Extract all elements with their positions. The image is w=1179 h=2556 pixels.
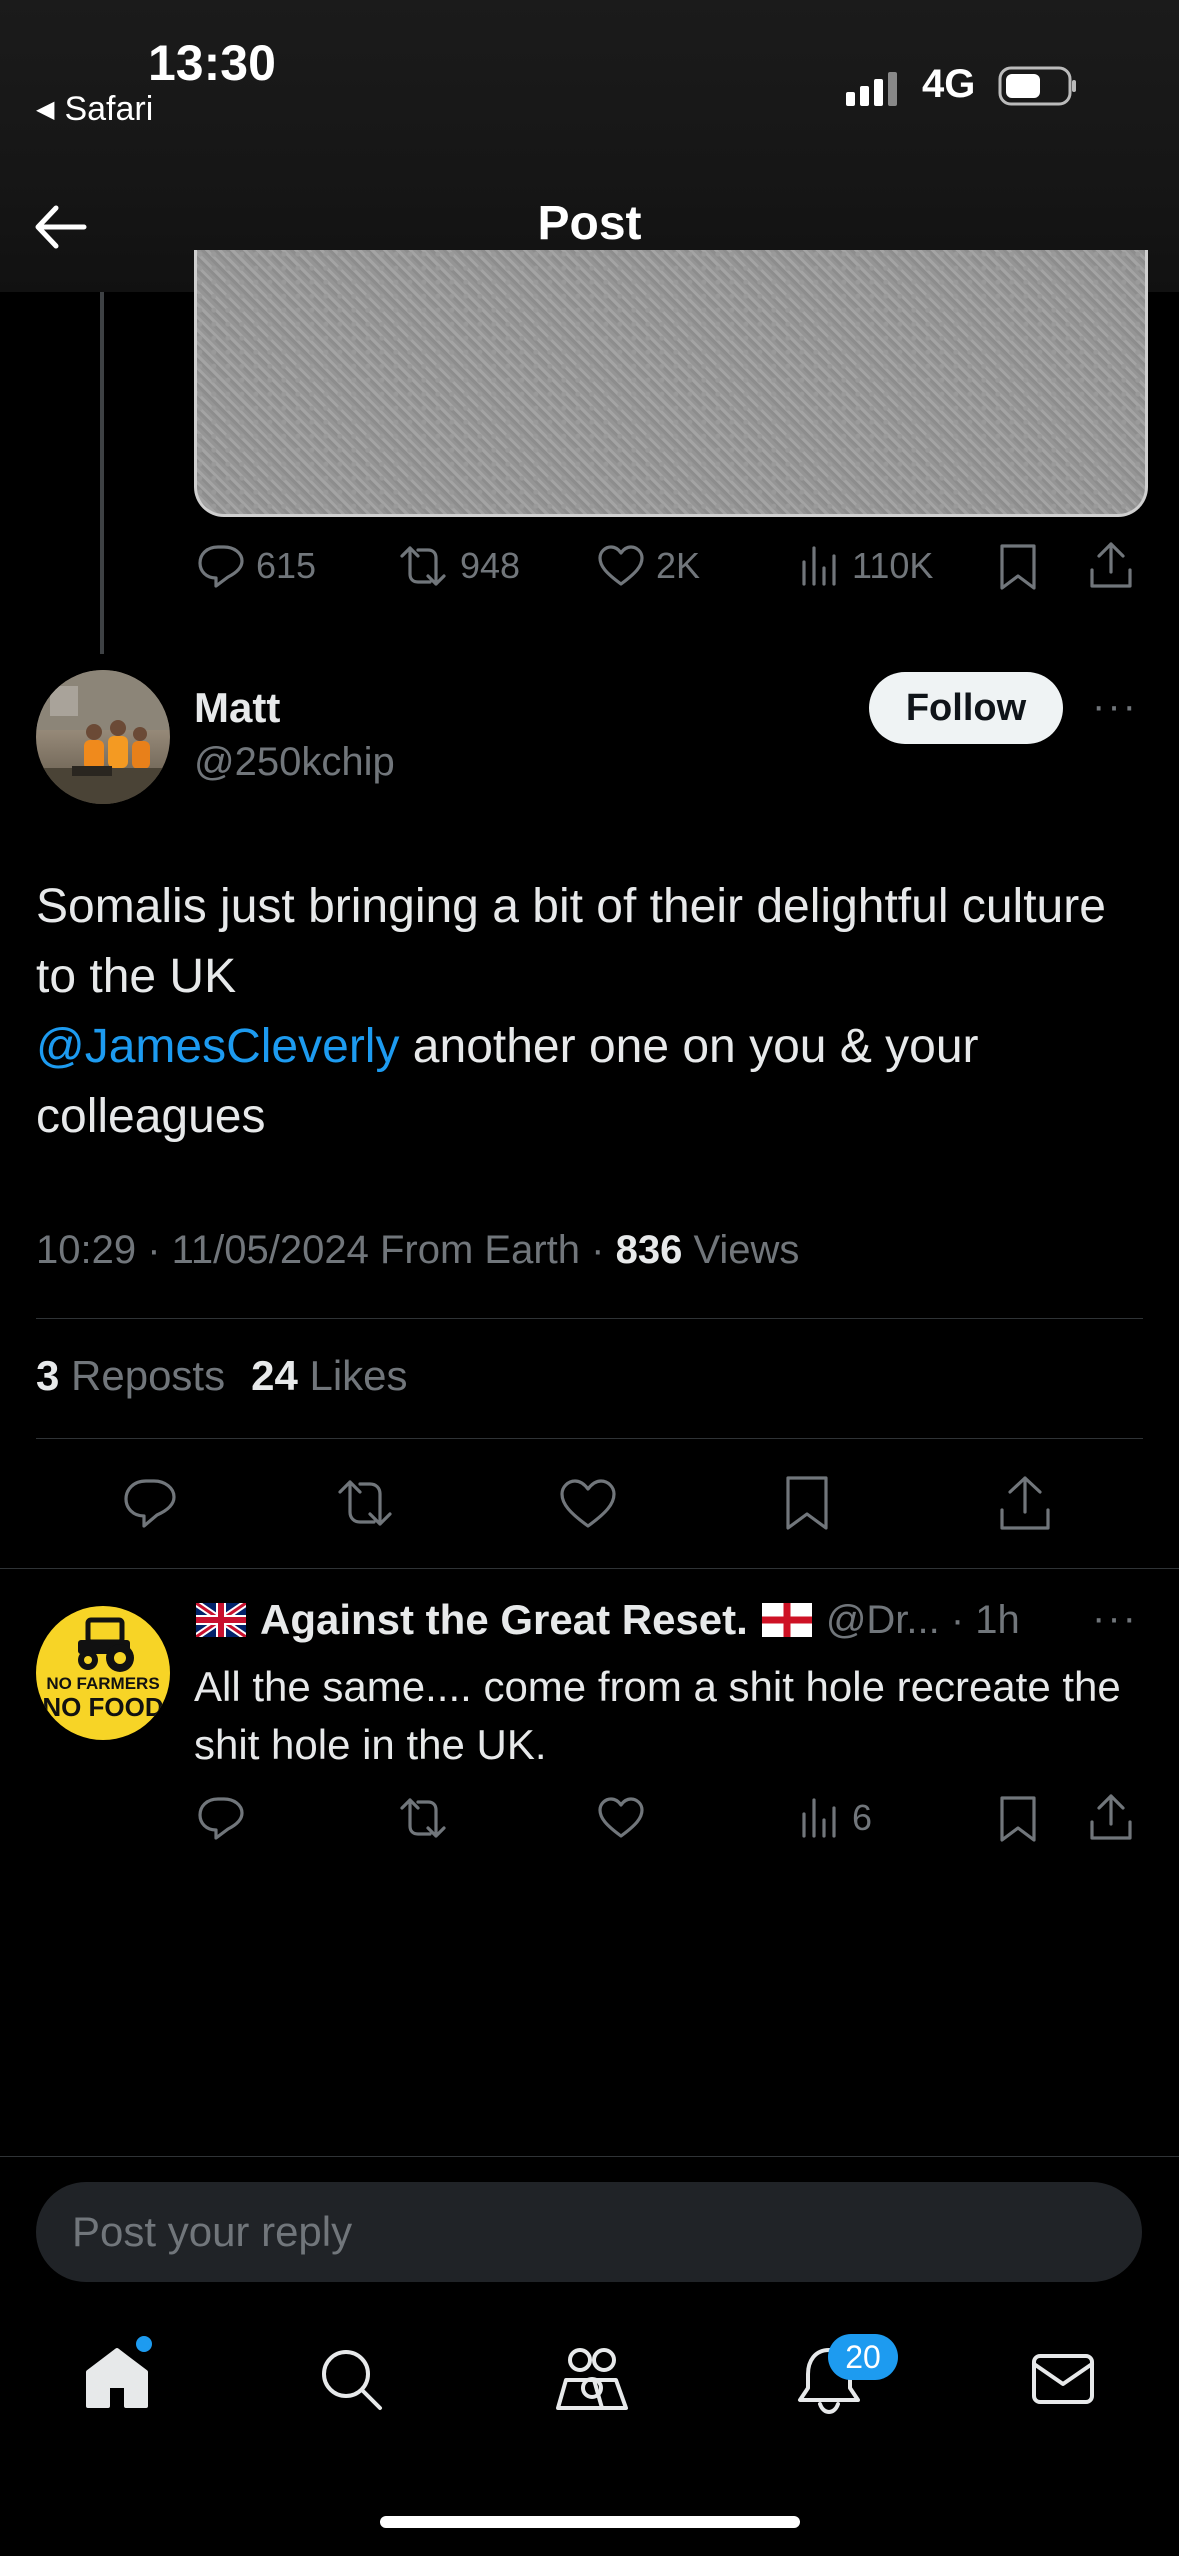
thread-line: [100, 292, 104, 654]
england-flag-icon: [761, 1603, 812, 1637]
author-name[interactable]: Matt: [194, 684, 280, 732]
uk-flag-icon: [196, 1603, 246, 1637]
avatar-text-1: NO FARMERS: [46, 1674, 160, 1693]
post-text-line1: Somalis just bringing a bit of their del…: [36, 880, 1106, 1003]
repost-action-icon[interactable]: [334, 1476, 396, 1532]
post-timestamp: 10:29 · 11/05/2024 From Earth ·: [36, 1228, 616, 1272]
battery-icon: [998, 66, 1076, 106]
reply-bookmark-icon[interactable]: [996, 1794, 1040, 1844]
divider: [36, 1318, 1143, 1319]
reply-handle-time: @Dr... · 1h: [825, 1597, 1020, 1642]
search-icon[interactable]: [318, 2346, 384, 2412]
avatar-text-2: NO FOOD: [42, 1692, 164, 1722]
reply-more-icon[interactable]: ···: [1092, 1596, 1138, 1641]
notifications-badge: 20: [828, 2334, 898, 2380]
heart-icon: [598, 545, 644, 586]
views-stat[interactable]: 110K: [798, 542, 933, 590]
reply-input[interactable]: Post your reply: [36, 2182, 1142, 2282]
communities-icon[interactable]: [554, 2346, 630, 2412]
messages-icon[interactable]: [1030, 2352, 1096, 2406]
reply-stat[interactable]: 615: [196, 542, 316, 590]
repost-icon: [400, 546, 446, 586]
post-meta: 10:29 · 11/05/2024 From Earth · 836 View…: [36, 1228, 799, 1273]
like-stat[interactable]: 2K: [596, 542, 700, 590]
reply-avatar[interactable]: NO FARMERS NO FOOD: [36, 1606, 170, 1740]
repost-count: 948: [460, 545, 521, 586]
views-count: 110K: [852, 545, 934, 586]
divider: [0, 2156, 1179, 2157]
reply-views-count: 6: [852, 1797, 873, 1838]
bookmark-icon[interactable]: [996, 542, 1040, 592]
post-text: Somalis just bringing a bit of their del…: [36, 872, 1126, 1152]
views-number: 836: [615, 1228, 683, 1272]
repost-stat[interactable]: 948: [396, 542, 520, 590]
author-avatar[interactable]: [36, 670, 170, 804]
like-count: 2K: [656, 545, 701, 586]
reply-repost-icon[interactable]: [396, 1794, 450, 1842]
mention-link[interactable]: @JamesCleverly: [36, 1020, 399, 1073]
views-icon: [802, 546, 836, 586]
follow-button[interactable]: Follow: [869, 672, 1063, 744]
engagement-counts: 3 Reposts 24 Likes: [36, 1352, 408, 1400]
back-app-label: Safari: [64, 90, 154, 128]
reply-action-icon[interactable]: [122, 1476, 178, 1532]
views-label: Views: [682, 1228, 800, 1272]
reply-author-row[interactable]: Against the Great Reset. @Dr... · 1h: [196, 1596, 1020, 1644]
status-time: 13:30: [148, 35, 276, 91]
avatar-image: [36, 670, 170, 804]
page-title: Post: [537, 197, 642, 250]
reposts-summary[interactable]: 3 Reposts: [36, 1352, 225, 1400]
back-triangle-icon: ◀: [36, 96, 55, 123]
divider: [36, 1438, 1143, 1439]
reply-author-name: Against the Great Reset.: [260, 1596, 748, 1643]
share-icon[interactable]: [1086, 540, 1136, 590]
home-indicator[interactable]: [380, 2516, 800, 2528]
home-icon[interactable]: [84, 2346, 150, 2410]
network-type: 4G: [922, 62, 976, 106]
more-options-icon[interactable]: ···: [1092, 684, 1138, 729]
back-to-app[interactable]: ◀ Safari: [36, 90, 153, 129]
divider: [0, 1568, 1179, 1569]
likes-summary[interactable]: 24 Likes: [251, 1352, 407, 1400]
share-action-icon[interactable]: [996, 1474, 1054, 1534]
signal-icon: [846, 72, 897, 106]
bookmark-action-icon[interactable]: [782, 1474, 832, 1534]
reply-share-icon[interactable]: [1086, 1792, 1136, 1842]
reply-views-stat[interactable]: 6: [798, 1794, 872, 1842]
reply-count: 615: [256, 545, 317, 586]
reply-like-icon[interactable]: [596, 1794, 646, 1842]
home-unread-dot: [136, 2336, 152, 2352]
post-media-image[interactable]: [194, 250, 1148, 517]
reply-reply-icon[interactable]: [196, 1794, 246, 1842]
reply-views-icon: [802, 1798, 836, 1838]
author-handle[interactable]: @250kchip: [194, 740, 395, 785]
reply-text: All the same.... come from a shit hole r…: [194, 1663, 1121, 1768]
reply-icon: [198, 545, 244, 588]
like-action-icon[interactable]: [558, 1476, 618, 1532]
